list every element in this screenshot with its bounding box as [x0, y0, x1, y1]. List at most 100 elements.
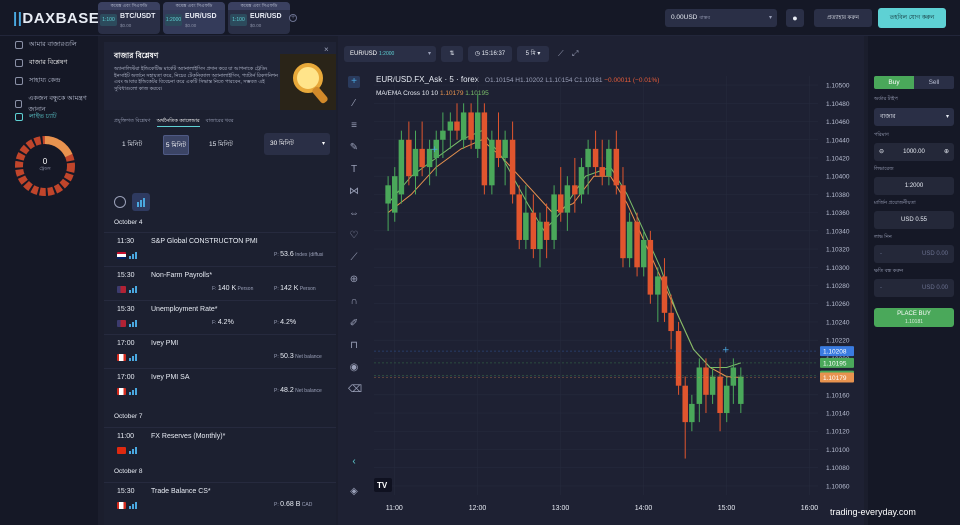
candle: [668, 312, 674, 332]
brush-icon[interactable]: ✎: [348, 142, 360, 154]
event-time: 17:00: [117, 374, 135, 381]
candle: [613, 148, 620, 186]
x-tick-label: 11:00: [386, 505, 403, 512]
trendline-icon[interactable]: ⁄: [348, 98, 360, 110]
nav-item-live-chat[interactable]: লাইভ চ্যাট: [15, 111, 57, 122]
nav-item-my-markets[interactable]: আমার বাজারগুলি: [15, 39, 77, 50]
globe-icon[interactable]: [114, 196, 126, 208]
pair-tab-eurusd[interactable]: কমেক্স এবং সিএফডি 1:100 EUR/USD $0.00: [228, 2, 290, 34]
timeframe-1m[interactable]: 1 মিনিট: [122, 135, 142, 155]
pair-tab-btcusdt[interactable]: কমেক্স এবং সিএফডি 1:100 BTC/USDT $0.00: [98, 2, 160, 34]
sell-tab[interactable]: Sell: [914, 76, 954, 89]
calendar-event[interactable]: 15:30 Non-Farm Payrolls* F: 140 K Person…: [104, 266, 336, 300]
event-previous: P: 53.6 Index (diffusi: [274, 251, 324, 258]
user-icon[interactable]: ●: [786, 9, 804, 27]
y-tick-label: 1.10280: [826, 283, 850, 290]
y-tick-label: 1.10480: [826, 101, 850, 108]
tradingview-logo-text: TV: [377, 481, 388, 490]
size-value: 1000.00: [903, 149, 925, 155]
calendar-event[interactable]: 15:30 Trade Balance CS* P: 0.68 B CAD: [104, 482, 336, 516]
order-type-select[interactable]: বাজার ▾: [874, 108, 954, 126]
withdraw-button[interactable]: প্রত্যাহার করুন: [814, 9, 872, 27]
timeframe-5m[interactable]: 5 মিনিট: [163, 135, 189, 155]
indicator-icon[interactable]: ⟋: [558, 49, 564, 59]
place-buy-button[interactable]: PLACE BUY 1.10181: [874, 308, 954, 327]
chart-timeframe-dropdown[interactable]: 5 মি ▾: [517, 46, 549, 62]
size-stepper[interactable]: ⊖ 1000.00 ⊕: [874, 143, 954, 161]
importance-icon: [129, 286, 137, 293]
event-forecast: F: 140 K Person: [212, 285, 254, 292]
price-label: 1.10195: [823, 360, 847, 367]
tab-economic-calendar[interactable]: অর্থনৈতিক ক্যালেন্ডার: [156, 118, 200, 127]
buy-tab[interactable]: Buy: [874, 76, 914, 89]
take-profit-input[interactable]: - USD 0.00: [874, 245, 954, 263]
price-label: 1.10208: [823, 349, 847, 356]
eye-icon[interactable]: ◉: [348, 362, 360, 374]
calendar-event[interactable]: 11:30 S&P Global CONSTRUCTON PMI P: 53.6…: [104, 232, 336, 266]
x-tick-label: 13:00: [552, 505, 570, 512]
measure-icon[interactable]: ⇔: [348, 208, 360, 220]
trash-icon[interactable]: ⌫: [348, 384, 362, 396]
y-tick-label: 1.10260: [826, 301, 850, 308]
tab-technical-analysis[interactable]: প্রযুক্তিগত বিশ্লেষণ: [114, 118, 151, 127]
panel-description: অ্যানালিস্টরা ইন্ডিকেটিভ মার্কেট অ্যানাল…: [114, 66, 279, 92]
y-tick-label: 1.10160: [826, 392, 850, 399]
pair-tab-value: $0.00: [185, 23, 197, 28]
stop-loss-input[interactable]: - USD 0.00: [874, 279, 954, 297]
tab-market-news[interactable]: বাজারের খবর: [206, 118, 234, 127]
add-tab-icon[interactable]: +: [289, 14, 297, 22]
nav-item-help-center[interactable]: সাহায্য কেন্দ্র: [15, 75, 60, 86]
plus-icon[interactable]: ⊕: [944, 143, 949, 161]
y-tick-label: 1.10240: [826, 319, 850, 326]
balance-dropdown[interactable]: 0.00USD বাস্তব ▾: [665, 9, 777, 27]
importance-filter-icon[interactable]: [132, 193, 150, 211]
chart-pair-dropdown[interactable]: EUR/USD 1:2000 ▾: [344, 46, 436, 62]
zoom-icon[interactable]: ⊕: [348, 274, 360, 286]
y-tick-label: 1.10300: [826, 265, 850, 272]
calendar-event[interactable]: 11:00 FX Reserves (Monthly)*: [104, 427, 336, 461]
daxbase-logo[interactable]: ||DAXBASE: [13, 10, 99, 27]
watermark: trading-everyday.com: [830, 507, 916, 517]
compare-icon[interactable]: ⇅: [441, 46, 463, 62]
left-nav: আমার বাজারগুলি বাজার বিশ্লেষণ সাহায্য কে…: [0, 36, 98, 525]
x-tick-label: 14:00: [635, 505, 653, 512]
y-tick-label: 1.10220: [826, 338, 850, 345]
nav-item-market-analysis[interactable]: বাজার বিশ্লেষণ: [15, 57, 67, 68]
calendar-event[interactable]: 17:00 Ivey PMI P: 50.3 Net balance: [104, 334, 336, 368]
day-header: October 7: [114, 413, 143, 420]
timeframe-15m[interactable]: 15 মিনিট: [209, 135, 233, 155]
candle: [454, 121, 460, 131]
y-tick-label: 1.10140: [826, 411, 850, 418]
pattern-icon[interactable]: ⋈: [348, 186, 360, 198]
candle: [412, 148, 419, 177]
text-icon[interactable]: T: [348, 164, 360, 176]
timeframe-dropdown[interactable]: 30 মিনিট ▾: [264, 133, 330, 155]
layers-icon[interactable]: ◈: [348, 486, 360, 498]
magnet-icon[interactable]: ∩: [348, 296, 360, 308]
price-chart[interactable]: 1.10500 1.10480 1.10460 1.10440 1.10420 1.104…: [370, 70, 864, 525]
calendar-event[interactable]: 15:30 Unemployment Rate* F: 4.2% P: 4.2%: [104, 300, 336, 334]
pair-tab-category: কমেক্স এবং সিএফডি: [228, 2, 290, 10]
fullscreen-icon[interactable]: ⤢: [572, 49, 578, 59]
horizontal-lines-icon[interactable]: ≡: [348, 120, 360, 132]
crosshair-icon[interactable]: +: [348, 76, 360, 88]
lock-drawing-icon[interactable]: ✐: [348, 318, 360, 330]
favorite-icon[interactable]: ♡: [348, 230, 360, 242]
candle: [606, 148, 612, 177]
deposit-button[interactable]: তহবিল যোগ করুন: [878, 8, 946, 28]
pair-tab-name: BTC/USDT: [120, 13, 156, 20]
collapse-icon[interactable]: ‹: [348, 456, 360, 468]
stop-loss-label: ক্ষতি বন্ধ করুন: [874, 268, 904, 274]
pair-tab-eurusd-active[interactable]: কমেক্স এবং সিএফডি 1:2000 EUR/USD $0.00: [163, 2, 225, 34]
pair-tab-category: কমেক্স এবং সিএফডি: [163, 2, 225, 10]
close-icon[interactable]: ×: [324, 45, 329, 54]
minus-icon[interactable]: ⊖: [879, 143, 884, 161]
day-header: October 8: [114, 468, 143, 475]
calendar-event[interactable]: 17:00 Ivey PMI SA P: 48.2 Net balance: [104, 368, 336, 402]
ruler-icon[interactable]: ⟋: [348, 252, 360, 264]
lock-icon[interactable]: ⊓: [348, 340, 360, 352]
candle: [557, 194, 564, 213]
event-name: S&P Global CONSTRUCTON PMI: [151, 238, 258, 245]
candle: [717, 376, 723, 414]
event-time: 17:00: [117, 340, 135, 347]
